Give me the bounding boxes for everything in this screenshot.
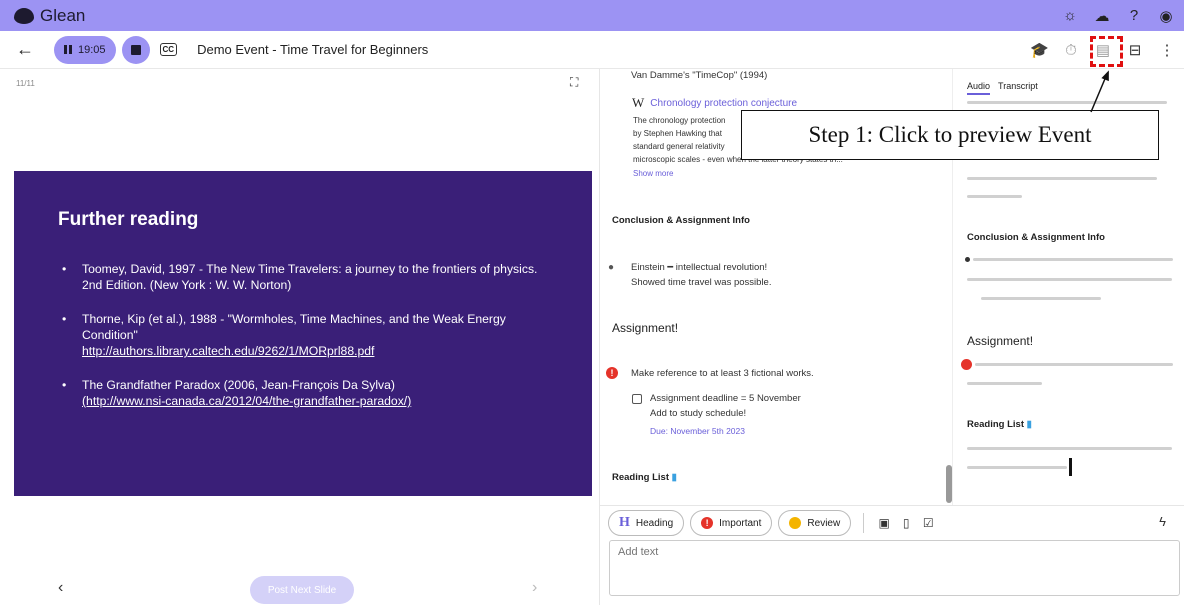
important-icon bbox=[961, 359, 972, 370]
lightning-icon[interactable]: ϟ bbox=[1159, 514, 1166, 529]
prev-slide-icon[interactable]: ‹ bbox=[58, 579, 63, 597]
event-title: Demo Event - Time Travel for Beginners bbox=[197, 42, 429, 57]
skeleton-line bbox=[967, 447, 1172, 450]
image-icon[interactable]: ▣ bbox=[876, 516, 892, 530]
important-icon: ! bbox=[606, 367, 618, 379]
cloud-upload-icon[interactable]: ☁ bbox=[1092, 6, 1112, 26]
preview-assignment-heading: Assignment! bbox=[967, 334, 1034, 348]
note-text: Van Damme's "TimeCop" (1994) bbox=[631, 70, 768, 81]
tab-transcript[interactable]: Transcript bbox=[998, 81, 1038, 95]
books-icon: ▮ bbox=[1026, 419, 1032, 430]
conclusion-text: Einstein ━ intellectual revolution! Show… bbox=[631, 262, 772, 288]
preview-reading-list: Reading List ▮ bbox=[967, 419, 1032, 430]
wiki-link[interactable]: Chronology protection conjecture bbox=[650, 98, 797, 109]
preview-conclusion-heading: Conclusion & Assignment Info bbox=[967, 232, 1105, 243]
stopwatch-icon[interactable]: ⏱ bbox=[1062, 42, 1080, 59]
tab-audio[interactable]: Audio bbox=[967, 81, 991, 95]
stop-icon bbox=[130, 44, 141, 55]
assignment-warning: Make reference to at least 3 fictional w… bbox=[631, 368, 814, 379]
reading-item: The Grandfather Paradox (2006, Jean-Fran… bbox=[58, 377, 548, 409]
wiki-card[interactable]: W Chronology protection conjecture bbox=[632, 95, 797, 111]
heading-chip[interactable]: H Heading bbox=[608, 510, 685, 536]
slide-counter: 11/11 bbox=[16, 79, 35, 88]
next-slide-icon[interactable]: › bbox=[532, 579, 537, 597]
closed-captions-button[interactable]: CC bbox=[159, 43, 178, 56]
reading-item: Toomey, David, 1997 - The New Time Trave… bbox=[58, 261, 548, 293]
account-icon[interactable]: ◉ bbox=[1156, 6, 1176, 26]
deadline-text: Assignment deadline = 5 November Add to … bbox=[650, 393, 801, 419]
playhead-cursor bbox=[1069, 458, 1072, 476]
note-input[interactable] bbox=[609, 540, 1180, 596]
document-icon[interactable]: ▯ bbox=[898, 516, 914, 530]
timer-value: 19:05 bbox=[78, 43, 106, 56]
books-icon: ▮ bbox=[671, 472, 677, 483]
skeleton-line bbox=[967, 278, 1172, 281]
skeleton-line bbox=[967, 466, 1067, 469]
review-icon bbox=[789, 517, 802, 529]
pause-timer-button[interactable]: 19:05 bbox=[54, 35, 116, 64]
slide-heading: Further reading bbox=[58, 209, 199, 230]
skeleton-line bbox=[975, 363, 1173, 366]
due-date[interactable]: Due: November 5th 2023 bbox=[650, 426, 745, 436]
skeleton-line bbox=[967, 177, 1157, 180]
expand-icon[interactable]: ⛶ bbox=[570, 75, 578, 90]
assignment-heading: Assignment! bbox=[612, 321, 679, 335]
important-icon: ! bbox=[701, 517, 714, 529]
note-composer: H Heading ! Important Review ▣ ▯ ☑ ϟ bbox=[600, 505, 1184, 605]
help-icon[interactable]: ? bbox=[1124, 6, 1144, 26]
slide-pane: 11/11 ⛶ Further reading Toomey, David, 1… bbox=[0, 69, 600, 605]
more-icon[interactable]: ⋮ bbox=[1158, 41, 1176, 59]
app-name: Glean bbox=[40, 5, 86, 25]
app-bar: Glean ☼ ☁ ? ◉ bbox=[0, 0, 1184, 31]
post-next-slide-button[interactable]: Post Next Slide bbox=[250, 576, 354, 604]
stop-button[interactable] bbox=[121, 35, 150, 64]
sun-icon[interactable]: ☼ bbox=[1060, 6, 1080, 26]
wikipedia-icon: W bbox=[632, 95, 645, 110]
skeleton-line bbox=[967, 382, 1042, 385]
event-toolbar: ← 19:05 CC Demo Event - Time Travel for … bbox=[0, 31, 1184, 69]
skeleton-line bbox=[967, 101, 1167, 104]
callout-arrow bbox=[1090, 70, 1109, 113]
deadline-checkbox[interactable] bbox=[632, 394, 642, 404]
reading-link[interactable]: http://authors.library.caltech.edu/9262/… bbox=[82, 344, 374, 358]
bullet-dot bbox=[965, 257, 970, 262]
bullet-dot: ● bbox=[608, 262, 615, 273]
glean-logo[interactable]: Glean bbox=[14, 6, 85, 26]
tutorial-callout: Step 1: Click to preview Event bbox=[741, 110, 1159, 160]
review-chip[interactable]: Review bbox=[778, 510, 852, 536]
divider bbox=[863, 513, 865, 533]
pause-icon bbox=[64, 45, 72, 54]
checkbox-icon[interactable]: ☑ bbox=[920, 516, 936, 530]
reading-link[interactable]: (http://www.nsi-canada.ca/2012/04/the-gr… bbox=[82, 394, 411, 408]
skeleton-line bbox=[981, 297, 1101, 300]
glean-logo-icon bbox=[14, 7, 34, 24]
skeleton-line bbox=[973, 258, 1173, 261]
highlight-box bbox=[1090, 36, 1123, 67]
reading-list-heading: Reading List ▮ bbox=[612, 472, 677, 483]
graduation-cap-icon[interactable]: 🎓 bbox=[1030, 41, 1049, 59]
back-arrow-icon[interactable]: ← bbox=[16, 39, 36, 60]
conclusion-heading: Conclusion & Assignment Info bbox=[612, 215, 750, 226]
reading-item: Thorne, Kip (et al.), 1988 - "Wormholes,… bbox=[58, 311, 548, 359]
show-more-link[interactable]: Show more bbox=[633, 169, 673, 178]
slide: Further reading Toomey, David, 1997 - Th… bbox=[14, 171, 592, 496]
skeleton-line bbox=[967, 195, 1022, 198]
heading-icon: H bbox=[619, 515, 630, 530]
important-chip[interactable]: ! Important bbox=[690, 510, 773, 536]
layout-icon[interactable]: ⊟ bbox=[1126, 41, 1144, 59]
